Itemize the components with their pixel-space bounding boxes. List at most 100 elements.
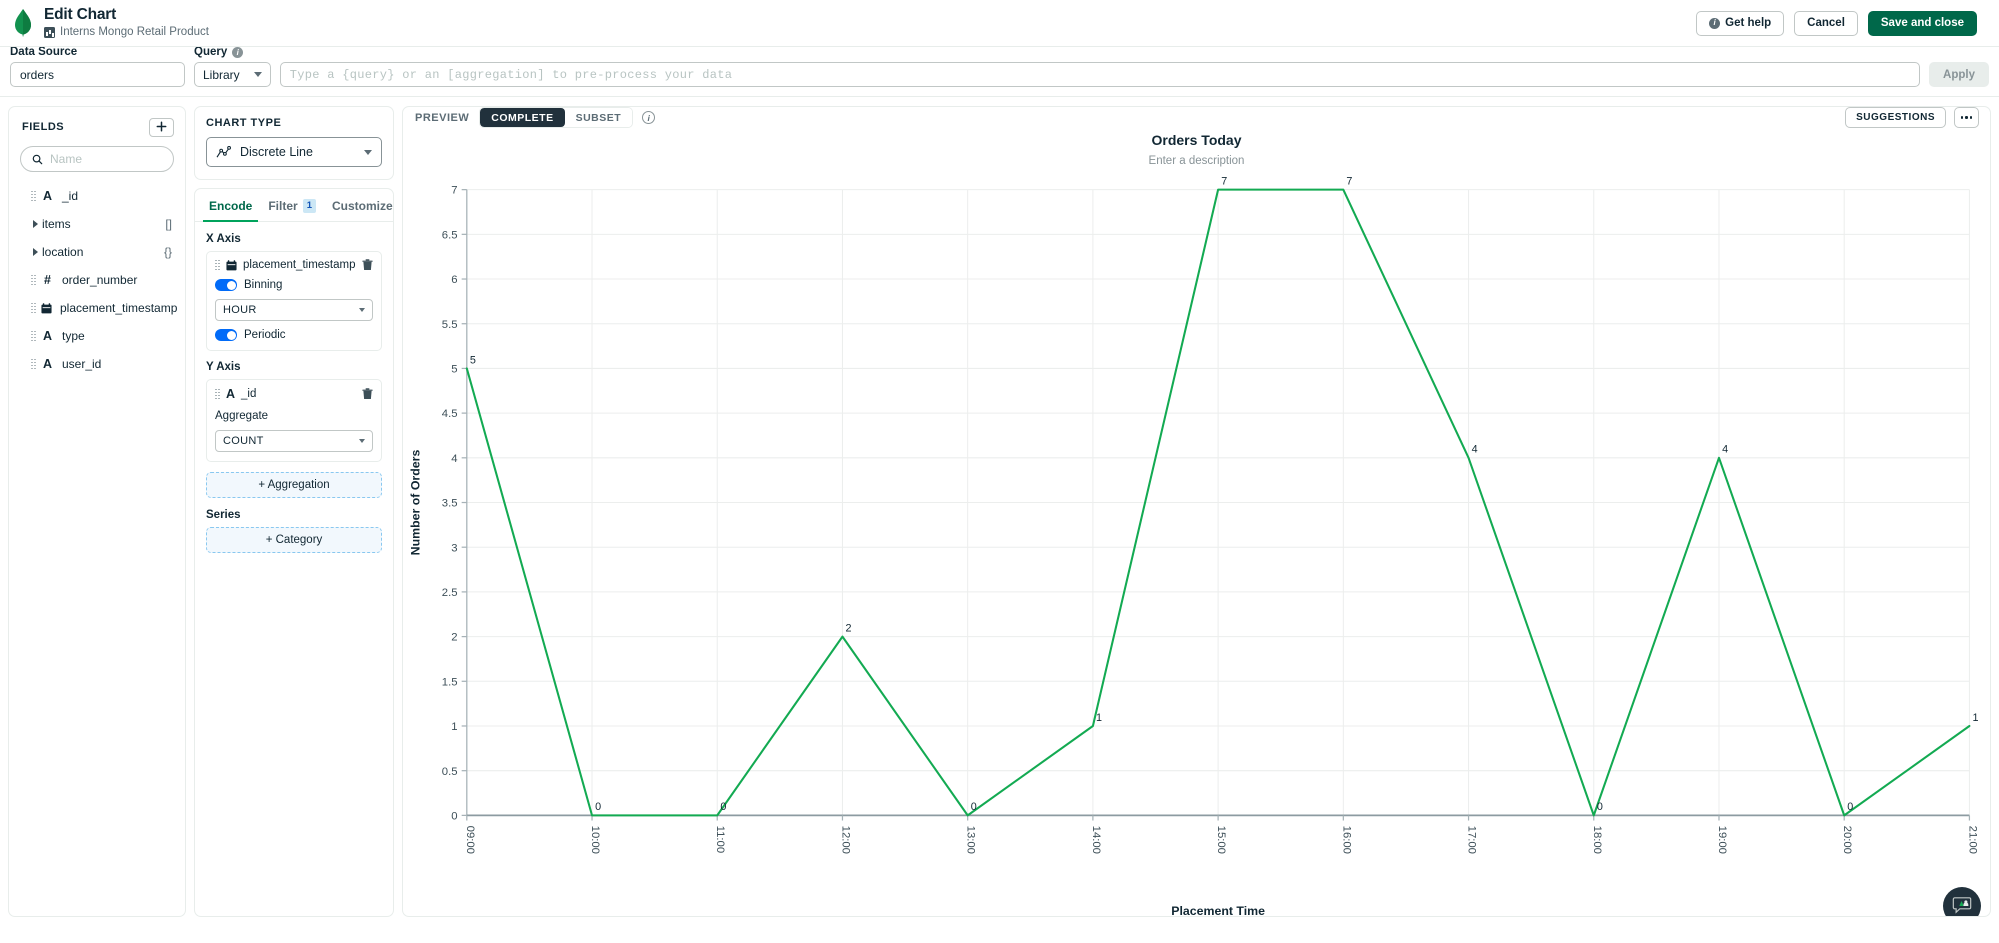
y-axis-title: Number of Orders <box>408 450 422 556</box>
info-icon[interactable]: i <box>232 46 244 58</box>
add-category-button[interactable]: + Category <box>206 527 382 553</box>
trash-icon[interactable] <box>362 259 373 271</box>
chart-type-dropdown[interactable]: Discrete Line <box>206 137 382 167</box>
dashboard-name: Interns Mongo Retail Product <box>60 26 209 38</box>
tab-customize[interactable]: Customize <box>324 199 393 221</box>
data-label: 4 <box>1722 444 1728 456</box>
add-aggregation-button[interactable]: + Aggregation <box>206 472 382 498</box>
y-tick-label: 0 <box>451 810 457 822</box>
drag-handle-icon[interactable] <box>215 259 220 271</box>
chart-badge-icon <box>44 27 55 38</box>
drag-handle-icon[interactable] <box>31 302 36 314</box>
info-icon[interactable]: i <box>642 111 656 124</box>
y-axis-field-row: A _id <box>215 387 373 401</box>
data-source-input[interactable]: orders <box>10 62 185 87</box>
chart-toolbar: PREVIEW COMPLETE SUBSET i SUGGESTIONS <box>403 107 1990 128</box>
y-tick-label: 2 <box>451 632 457 644</box>
drag-handle-icon[interactable] <box>31 358 36 370</box>
drag-handle-icon[interactable] <box>31 330 36 342</box>
y-tick-label: 7 <box>451 185 457 197</box>
get-help-button[interactable]: i Get help <box>1696 10 1785 36</box>
field-name: location <box>42 245 84 259</box>
field-type-suffix: [] <box>165 217 172 231</box>
drag-handle-icon[interactable] <box>31 190 36 202</box>
encode-box: Encode Filter 1 Customize X Axis placeme… <box>194 188 394 917</box>
save-and-close-button[interactable]: Save and close <box>1867 10 1977 36</box>
data-label: 7 <box>1221 175 1227 187</box>
mongodb-leaf-icon <box>12 8 34 38</box>
tab-encode-label: Encode <box>209 199 253 213</box>
aggregate-dropdown[interactable]: COUNT <box>215 430 373 452</box>
bin-unit-value: HOUR <box>223 304 257 316</box>
topbar-actions: i Get help Cancel Save and close <box>1696 10 1977 36</box>
y-tick-label: 1 <box>451 721 457 733</box>
data-label: 0 <box>720 801 726 813</box>
binning-toggle[interactable] <box>215 279 237 291</box>
data-label: 0 <box>971 801 977 813</box>
number-type-icon: # <box>44 273 51 287</box>
x-tick-label: 21:00 <box>1966 826 1978 854</box>
add-field-button[interactable] <box>149 117 174 137</box>
y-tick-label: 1.5 <box>442 676 458 688</box>
tab-encode[interactable]: Encode <box>201 199 260 222</box>
more-options-button[interactable] <box>1954 107 1979 128</box>
dashboard-breadcrumb[interactable]: Interns Mongo Retail Product <box>44 25 209 40</box>
data-label: 1 <box>1973 712 1979 724</box>
field-item-type[interactable]: Atype <box>9 322 185 350</box>
y-tick-label: 3.5 <box>442 498 458 510</box>
cancel-button[interactable]: Cancel <box>1794 10 1858 36</box>
chevron-right-icon[interactable] <box>33 220 38 228</box>
tab-filter-label: Filter <box>268 199 298 213</box>
x-tick-label: 13:00 <box>965 826 977 854</box>
segment-complete[interactable]: COMPLETE <box>480 108 565 127</box>
trash-icon[interactable] <box>362 388 373 400</box>
tab-filter[interactable]: Filter 1 <box>260 199 324 221</box>
query-input[interactable]: Type a {query} or an [aggregation] to pr… <box>279 62 1921 87</box>
x-axis-label: X Axis <box>206 233 241 245</box>
drag-handle-icon[interactable] <box>31 274 36 286</box>
chevron-right-icon[interactable] <box>33 248 38 256</box>
field-item-location[interactable]: location {} <box>9 238 185 266</box>
data-label: 4 <box>1472 444 1478 456</box>
fields-title: FIELDS <box>22 121 65 133</box>
query-label-text: Query <box>194 46 228 58</box>
data-label: 0 <box>595 801 601 813</box>
chart-type-value: Discrete Line <box>240 145 313 159</box>
suggestions-button[interactable]: SUGGESTIONS <box>1845 107 1946 128</box>
drag-handle-icon[interactable] <box>215 388 220 400</box>
field-item-items[interactable]: items [] <box>9 210 185 238</box>
x-tick-label: 19:00 <box>1716 826 1728 854</box>
library-label: Library <box>203 67 240 82</box>
chevron-down-icon <box>253 72 262 77</box>
main-area: FIELDS Name A _id items[] location{} # order_… <box>0 97 1999 943</box>
x-axis-channel-card: placement_timestamp Binning HOUR Periodi… <box>206 251 382 351</box>
periodic-toggle-row: Periodic <box>215 329 373 341</box>
chart-description[interactable]: Enter a description <box>403 155 1990 167</box>
field-item-order_number[interactable]: # order_number <box>9 266 185 294</box>
line-chart-icon <box>216 145 231 159</box>
chevron-down-icon <box>364 149 372 155</box>
field-item-user_id[interactable]: Auser_id <box>9 350 185 378</box>
chart-type-section: CHART TYPE Discrete Line <box>194 106 394 180</box>
field-item-_id[interactable]: A _id <box>9 182 185 210</box>
segment-subset[interactable]: SUBSET <box>564 108 633 127</box>
apply-button[interactable]: Apply <box>1929 62 1989 87</box>
x-tick-label: 14:00 <box>1090 826 1102 854</box>
y-tick-label: 6 <box>451 274 457 286</box>
bin-unit-dropdown[interactable]: HOUR <box>215 299 373 321</box>
x-axis-field-name: placement_timestamp <box>243 259 356 271</box>
y-tick-label: 3 <box>451 542 457 554</box>
get-help-label: Get help <box>1725 17 1772 29</box>
preview-label: PREVIEW <box>415 111 470 124</box>
periodic-toggle[interactable] <box>215 329 237 341</box>
library-dropdown[interactable]: Library <box>194 62 271 87</box>
chart-title: Orders Today <box>1151 132 1242 148</box>
search-icon <box>32 154 43 165</box>
x-axis-title: Placement Time <box>1171 904 1265 917</box>
fields-panel: FIELDS Name A _id items [] location {} # order_… <box>8 106 186 917</box>
data-label: 5 <box>470 354 476 366</box>
field-item-placement_timestamp[interactable]: placement_timestamp <box>9 294 185 322</box>
calendar-icon <box>41 302 52 314</box>
field-name: placement_timestamp <box>60 301 178 315</box>
search-input[interactable]: Name <box>20 146 174 172</box>
